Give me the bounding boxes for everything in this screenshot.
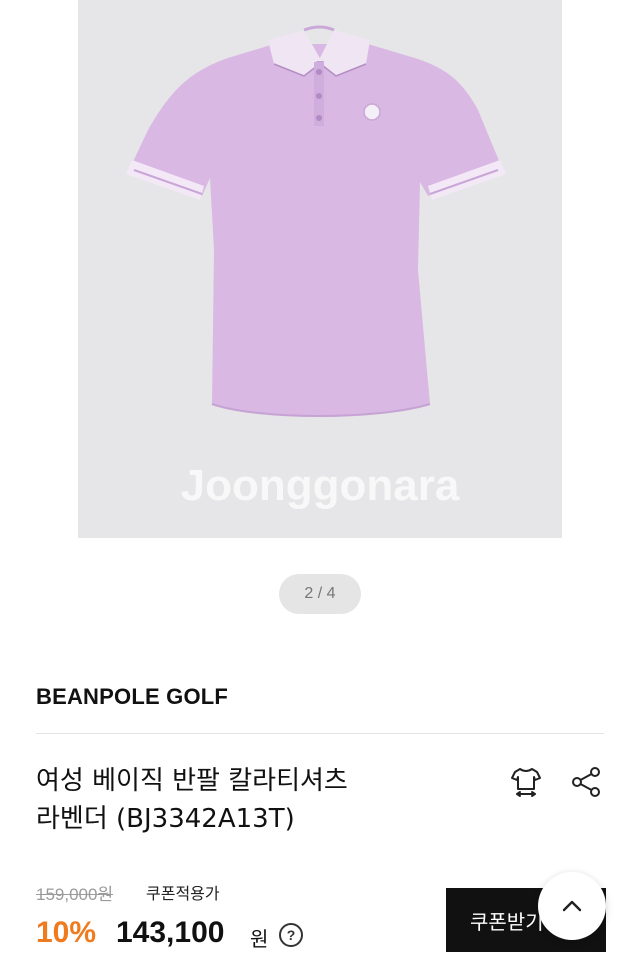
share-button[interactable] xyxy=(566,762,606,802)
divider xyxy=(36,733,604,734)
sale-price: 143,100 xyxy=(116,916,225,949)
brand-name[interactable]: BEANPOLE GOLF xyxy=(36,684,228,710)
product-title-line2: 라벤더 (BJ3342A13T) xyxy=(36,804,295,834)
tshirt-size-icon xyxy=(511,768,541,797)
product-title: 여성 베이직 반팔 칼라티셔츠 라벤더 (BJ3342A13T) xyxy=(36,762,456,838)
discount-rate: 10% xyxy=(36,916,97,949)
gallery-page-indicator: 2 / 4 xyxy=(279,574,361,614)
coupon-applied-label: 쿠폰적용가 xyxy=(146,884,220,903)
scroll-to-top-button[interactable] xyxy=(538,872,606,940)
question-circle-icon[interactable]: ? xyxy=(278,922,304,948)
svg-text:?: ? xyxy=(287,927,296,943)
get-coupon-label: 쿠폰받기 xyxy=(470,909,544,934)
original-price: 159,000원 xyxy=(36,885,114,904)
share-icon xyxy=(572,767,600,797)
product-title-line1: 여성 베이직 반팔 칼라티셔츠 xyxy=(36,766,348,796)
product-image: Joonggonara xyxy=(126,25,506,510)
currency-label: 원 xyxy=(250,927,269,951)
size-guide-button[interactable] xyxy=(506,762,546,802)
product-image-gallery[interactable]: Joonggonara xyxy=(78,0,562,538)
watermark-text: Joonggonara xyxy=(181,461,460,510)
chevron-up-icon xyxy=(562,900,582,912)
